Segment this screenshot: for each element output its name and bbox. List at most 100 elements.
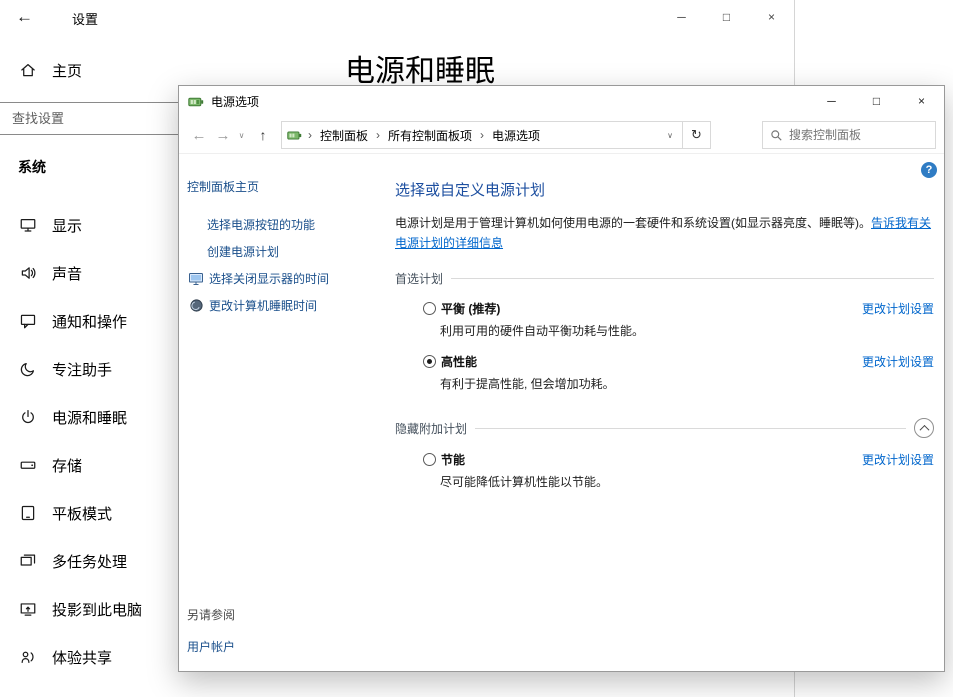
sleep-icon <box>187 298 205 313</box>
plan-row-high-performance: 高性能 更改计划设置 <box>423 353 934 370</box>
plan-name: 节能 <box>441 451 465 468</box>
intro-paragraph: 电源计划是用于管理计算机如何使用电源的一套硬件和系统设置(如显示器亮度、睡眠等)… <box>395 213 934 253</box>
sidebar-item-home[interactable]: 主页 <box>0 52 321 88</box>
control-panel-home-link[interactable]: 控制面板主页 <box>187 178 387 195</box>
sidebar-item-label: 体验共享 <box>52 647 112 668</box>
see-also-group: 另请参阅 用户帐户 <box>187 606 235 655</box>
search-input[interactable] <box>789 128 928 142</box>
breadcrumb-power-options[interactable]: 电源选项 <box>490 125 542 146</box>
notifications-icon <box>18 312 38 330</box>
sidebar-item-label: 电源和睡眠 <box>52 407 127 428</box>
sidebar-item-label: 专注助手 <box>52 359 112 380</box>
collapse-section-button[interactable] <box>914 418 934 438</box>
see-also-header: 另请参阅 <box>187 606 235 623</box>
control-panel-task-pane: 控制面板主页 选择电源按钮的功能 创建电源计划 选择关闭显示器的时间 <box>179 154 387 671</box>
maximize-button[interactable]: □ <box>704 0 749 34</box>
task-link-label[interactable]: 选择关闭显示器的时间 <box>209 270 329 287</box>
minimize-button[interactable]: ─ <box>659 0 704 34</box>
settings-window-controls: ─ □ × <box>659 0 794 34</box>
intro-text: 电源计划是用于管理计算机如何使用电源的一套硬件和系统设置(如显示器亮度、睡眠等)… <box>395 216 871 230</box>
sidebar-item-label: 投影到此电脑 <box>52 599 142 620</box>
forward-button[interactable]: → <box>211 127 235 144</box>
home-icon <box>18 61 38 79</box>
shared-experiences-icon <box>18 648 38 666</box>
address-bar[interactable]: › 控制面板 › 所有控制面板项 › 电源选项 ∨ <box>281 121 683 149</box>
chevron-up-icon <box>919 424 929 434</box>
high-performance-radio[interactable] <box>423 355 436 368</box>
storage-icon <box>18 456 38 474</box>
plan-description: 尽可能降低计算机性能以节能。 <box>440 473 934 490</box>
power-options-window: 电源选项 ─ □ × ← → ∨ ↑ › 控制面板 › 所有控制面板项 › <box>178 85 945 672</box>
user-accounts-link[interactable]: 用户帐户 <box>187 638 235 655</box>
section-label: 隐藏附加计划 <box>395 420 467 437</box>
sound-icon <box>18 264 38 282</box>
navigation-toolbar: ← → ∨ ↑ › 控制面板 › 所有控制面板项 › 电源选项 ∨ ↻ <box>179 117 944 154</box>
power-options-icon <box>287 128 302 143</box>
task-link-label[interactable]: 选择电源按钮的功能 <box>207 216 315 233</box>
sidebar-item-label: 主页 <box>52 60 82 81</box>
projecting-icon <box>18 600 38 618</box>
sidebar-item-label: 通知和操作 <box>52 311 127 332</box>
multitasking-icon <box>18 552 38 570</box>
power-plans-content: 选择或自定义电源计划 电源计划是用于管理计算机如何使用电源的一套硬件和系统设置(… <box>387 154 944 671</box>
window-title: 电源选项 <box>211 93 259 110</box>
back-button[interactable]: ← <box>187 127 211 144</box>
section-label: 首选计划 <box>395 270 443 287</box>
task-create-plan[interactable]: 创建电源计划 <box>187 243 387 260</box>
breadcrumb-all-items[interactable]: 所有控制面板项 <box>386 125 474 146</box>
plan-name: 高性能 <box>441 353 477 370</box>
address-dropdown-icon[interactable]: ∨ <box>663 131 677 140</box>
settings-titlebar: ← 设置 ─ □ × <box>0 0 794 40</box>
sidebar-item-label: 平板模式 <box>52 503 112 524</box>
section-divider <box>451 278 934 279</box>
back-icon[interactable]: ← <box>16 7 33 27</box>
tablet-mode-icon <box>18 504 38 522</box>
sidebar-item-label: 声音 <box>52 263 82 284</box>
plan-row-power-saver: 节能 更改计划设置 <box>423 451 934 468</box>
display-time-icon <box>187 271 205 287</box>
power-saver-radio[interactable] <box>423 453 436 466</box>
settings-window-title: 设置 <box>72 9 98 28</box>
sidebar-item-label: 显示 <box>52 215 82 236</box>
power-options-titlebar[interactable]: 电源选项 ─ □ × <box>179 86 944 117</box>
task-link-label[interactable]: 更改计算机睡眠时间 <box>209 297 317 314</box>
hidden-plans-section: 隐藏附加计划 <box>395 418 934 438</box>
minimize-button[interactable]: ─ <box>809 86 854 116</box>
content-heading: 选择或自定义电源计划 <box>395 179 934 200</box>
task-link-label[interactable]: 创建电源计划 <box>207 243 279 260</box>
power-options-icon <box>188 94 204 110</box>
section-divider <box>475 428 906 429</box>
up-button[interactable]: ↑ <box>250 127 276 143</box>
close-button[interactable]: × <box>749 0 794 34</box>
refresh-button[interactable]: ↻ <box>683 121 711 149</box>
page-title: 电源和睡眠 <box>345 46 794 90</box>
task-display-off-time[interactable]: 选择关闭显示器的时间 <box>187 270 387 287</box>
plan-row-balanced: 平衡 (推荐) 更改计划设置 <box>423 300 934 317</box>
change-plan-settings-link[interactable]: 更改计划设置 <box>862 300 934 317</box>
breadcrumb-separator-icon: › <box>372 128 384 142</box>
display-icon <box>18 216 38 234</box>
plan-description: 有利于提高性能, 但会增加功耗。 <box>440 375 934 392</box>
power-window-controls: ─ □ × <box>809 86 944 116</box>
power-options-body: 控制面板主页 选择电源按钮的功能 创建电源计划 选择关闭显示器的时间 <box>179 154 944 671</box>
plan-name: 平衡 (推荐) <box>441 300 500 317</box>
recent-pages-dropdown-icon[interactable]: ∨ <box>235 131 248 140</box>
task-power-buttons[interactable]: 选择电源按钮的功能 <box>187 216 387 233</box>
search-box[interactable] <box>762 121 936 149</box>
close-button[interactable]: × <box>899 86 944 116</box>
sidebar-item-label: 多任务处理 <box>52 551 127 572</box>
change-plan-settings-link[interactable]: 更改计划设置 <box>862 451 934 468</box>
breadcrumb-control-panel[interactable]: 控制面板 <box>318 125 370 146</box>
plan-description: 利用可用的硬件自动平衡功耗与性能。 <box>440 322 934 339</box>
task-sleep-time[interactable]: 更改计算机睡眠时间 <box>187 297 387 314</box>
power-icon <box>18 408 38 426</box>
maximize-button[interactable]: □ <box>854 86 899 116</box>
preferred-plans-section: 首选计划 <box>395 270 934 287</box>
search-icon <box>770 129 783 142</box>
balanced-radio[interactable] <box>423 302 436 315</box>
focus-assist-icon <box>18 360 38 378</box>
change-plan-settings-link[interactable]: 更改计划设置 <box>862 353 934 370</box>
breadcrumb-separator-icon: › <box>304 128 316 142</box>
breadcrumb-separator-icon: › <box>476 128 488 142</box>
sidebar-item-label: 存储 <box>52 455 82 476</box>
